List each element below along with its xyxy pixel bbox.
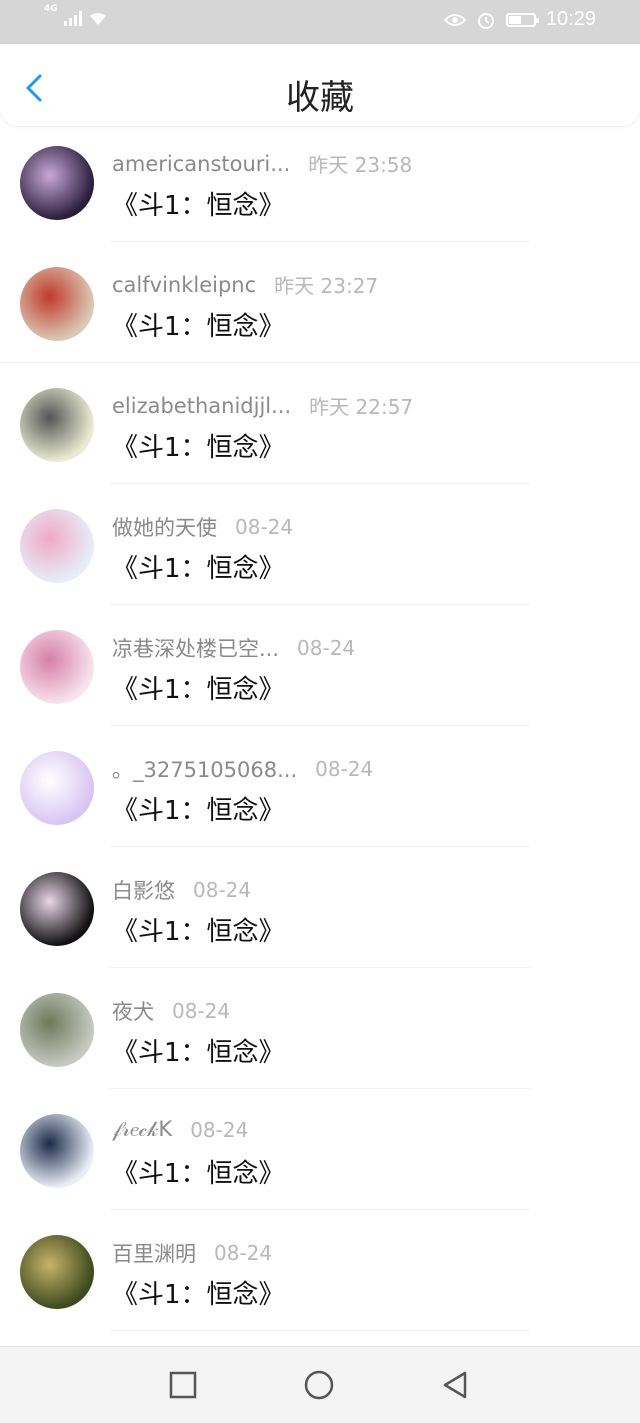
item-meta: americanstouri... 昨天 23:58: [112, 149, 412, 178]
timestamp: 昨天 22:57: [309, 395, 414, 419]
avatar[interactable]: [20, 872, 94, 946]
favorite-title: 《斗1：恒念》: [112, 917, 285, 947]
user-name[interactable]: 𝒻𝓇𝑒𝒸𝓀K: [112, 1117, 172, 1142]
favorite-title: 《斗1：恒念》: [112, 554, 285, 584]
item-meta: 夜犬 08-24: [112, 996, 230, 1026]
timestamp: 08-24: [214, 1241, 273, 1265]
favorite-title: 《斗1：恒念》: [112, 312, 285, 342]
home-button[interactable]: [303, 1369, 335, 1401]
favorite-title: 《斗1：恒念》: [112, 433, 285, 463]
timestamp: 昨天 23:27: [274, 274, 379, 298]
avatar[interactable]: [20, 267, 94, 341]
user-name[interactable]: 夜犬: [112, 996, 154, 1026]
item-meta: calfvinkleipnc 昨天 23:27: [112, 270, 378, 299]
list-item[interactable]: 做她的天使 08-24 《斗1：恒念》: [0, 484, 640, 605]
system-nav-bar: [0, 1346, 640, 1423]
wifi-icon: [89, 12, 106, 25]
battery-icon: [505, 12, 539, 27]
battery-fill: [508, 15, 521, 24]
item-meta: elizabethanidjjl... 昨天 22:57: [112, 391, 413, 420]
favorite-title: 《斗1：恒念》: [112, 1159, 285, 1189]
status-time: 10:29: [545, 8, 596, 30]
avatar[interactable]: [20, 388, 94, 462]
timestamp: 08-24: [193, 878, 252, 902]
item-meta: 百里渊明 08-24: [112, 1238, 272, 1268]
timestamp: 08-24: [172, 999, 231, 1023]
list-item[interactable]: elizabethanidjjl... 昨天 22:57 《斗1：恒念》: [0, 363, 640, 484]
avatar[interactable]: [20, 146, 94, 220]
item-meta: 白影悠 08-24: [112, 875, 251, 905]
triangle-back-icon: [443, 1371, 467, 1399]
item-meta: 凉巷深处楼已空... 08-24: [112, 633, 355, 663]
item-meta: 𝒻𝓇𝑒𝒸𝓀K 08-24: [112, 1117, 248, 1142]
list-item[interactable]: 白影悠 08-24 《斗1：恒念》: [0, 847, 640, 968]
eye-icon: [443, 13, 466, 26]
status-bar: 4G 10:29: [0, 0, 640, 44]
list-item[interactable]: americanstouri... 昨天 23:58 《斗1：恒念》: [0, 121, 640, 242]
avatar[interactable]: [20, 630, 94, 704]
user-name[interactable]: 做她的天使: [112, 512, 217, 542]
avatar[interactable]: [20, 751, 94, 825]
user-name[interactable]: elizabethanidjjl...: [112, 394, 291, 418]
network-type: 4G: [44, 4, 58, 14]
favorite-title: 《斗1：恒念》: [112, 191, 285, 221]
user-name[interactable]: 白影悠: [112, 875, 175, 905]
recent-apps-button[interactable]: [167, 1369, 199, 1401]
item-meta: 。_3275105068... 08-24: [112, 754, 373, 784]
square-icon: [169, 1371, 197, 1399]
status-right: 10:29: [443, 8, 596, 31]
circle-icon: [304, 1370, 334, 1400]
list-item[interactable]: 百里渊明 08-24 《斗1：恒念》: [0, 1210, 640, 1331]
avatar[interactable]: [20, 1114, 94, 1188]
timestamp: 昨天 23:58: [308, 153, 413, 177]
avatar[interactable]: [20, 509, 94, 583]
user-name[interactable]: 凉巷深处楼已空...: [112, 633, 279, 663]
header: 收藏: [0, 44, 640, 126]
favorite-title: 《斗1：恒念》: [112, 675, 285, 705]
timestamp: 08-24: [297, 636, 356, 660]
list-item[interactable]: 夜犬 08-24 《斗1：恒念》: [0, 968, 640, 1089]
timestamp: 08-24: [190, 1117, 249, 1142]
favorite-title: 《斗1：恒念》: [112, 1280, 285, 1310]
list-item[interactable]: 𝒻𝓇𝑒𝒸𝓀K 08-24 《斗1：恒念》: [0, 1089, 640, 1210]
back-nav-button[interactable]: [439, 1369, 471, 1401]
favorite-title: 《斗1：恒念》: [112, 796, 285, 826]
avatar[interactable]: [20, 1235, 94, 1309]
user-name[interactable]: calfvinkleipnc: [112, 273, 256, 297]
avatar[interactable]: [20, 993, 94, 1067]
favorites-list: americanstouri... 昨天 23:58 《斗1：恒念》 calfvink…: [0, 121, 640, 1331]
timestamp: 08-24: [315, 757, 374, 781]
user-name[interactable]: americanstouri...: [112, 152, 290, 176]
alarm-icon: [477, 12, 494, 29]
list-item[interactable]: 凉巷深处楼已空... 08-24 《斗1：恒念》: [0, 605, 640, 726]
timestamp: 08-24: [235, 515, 294, 539]
signal-icon: [63, 10, 82, 26]
list-item[interactable]: 。_3275105068... 08-24 《斗1：恒念》: [0, 726, 640, 847]
status-left: 4G: [44, 4, 108, 26]
user-name[interactable]: 百里渊明: [112, 1238, 196, 1268]
list-item[interactable]: calfvinkleipnc 昨天 23:27 《斗1：恒念》: [0, 242, 640, 363]
page-title: 收藏: [286, 78, 354, 118]
user-name[interactable]: 。_3275105068...: [112, 754, 297, 784]
item-meta: 做她的天使 08-24: [112, 512, 293, 542]
divider: [110, 1330, 530, 1331]
favorite-title: 《斗1：恒念》: [112, 1038, 285, 1068]
